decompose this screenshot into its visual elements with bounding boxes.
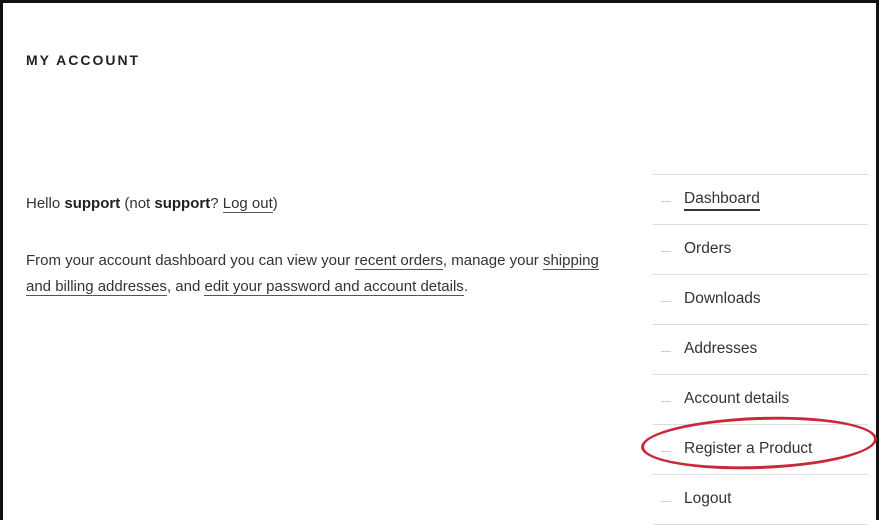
dash-icon <box>661 401 671 402</box>
nav-item-label: Addresses <box>684 340 758 357</box>
nav-item-label: Downloads <box>684 290 761 307</box>
intro-part-3: , and <box>166 277 201 295</box>
dash-icon <box>661 351 671 352</box>
dashboard-intro-text: From your account dashboard you can view… <box>26 248 616 299</box>
recent-orders-link[interactable]: recent orders <box>354 252 443 270</box>
nav-item-label: Logout <box>684 490 732 507</box>
dash-icon <box>661 201 671 202</box>
greeting-text: Hello support (not support? Log out) <box>26 193 626 215</box>
greeting-question: ? <box>210 195 219 212</box>
nav-item-register-product[interactable]: Register a Product <box>653 425 868 475</box>
page-title: MY ACCOUNT <box>26 52 141 68</box>
nav-item-orders[interactable]: Orders <box>653 225 868 275</box>
intro-part-4: . <box>463 277 468 295</box>
nav-item-label: Dashboard <box>684 190 760 211</box>
intro-part-2: , manage your <box>442 252 539 269</box>
greeting-username: support <box>64 195 121 212</box>
nav-item-label: Orders <box>684 240 732 257</box>
logout-link[interactable]: Log out <box>222 195 273 213</box>
nav-item-label: Account details <box>684 390 790 407</box>
dash-icon <box>661 251 671 252</box>
nav-item-dashboard[interactable]: Dashboard <box>653 175 868 225</box>
greeting-hello: Hello <box>26 195 61 212</box>
intro-part-1: From your account dashboard you can view… <box>26 252 351 269</box>
dash-icon <box>661 451 671 452</box>
dash-icon <box>661 301 671 302</box>
nav-item-label: Register a Product <box>684 440 813 457</box>
greeting-not-prefix: (not <box>124 195 151 212</box>
account-details-link[interactable]: edit your password and account details <box>204 277 464 296</box>
greeting-close-paren: ) <box>272 195 278 212</box>
nav-item-addresses[interactable]: Addresses <box>653 325 868 375</box>
account-navigation: Dashboard Orders Downloads Addresses Acc… <box>653 174 868 525</box>
nav-item-logout[interactable]: Logout <box>653 475 868 525</box>
greeting-not-username: support <box>154 195 211 212</box>
nav-item-downloads[interactable]: Downloads <box>653 275 868 325</box>
nav-item-account-details[interactable]: Account details <box>653 375 868 425</box>
